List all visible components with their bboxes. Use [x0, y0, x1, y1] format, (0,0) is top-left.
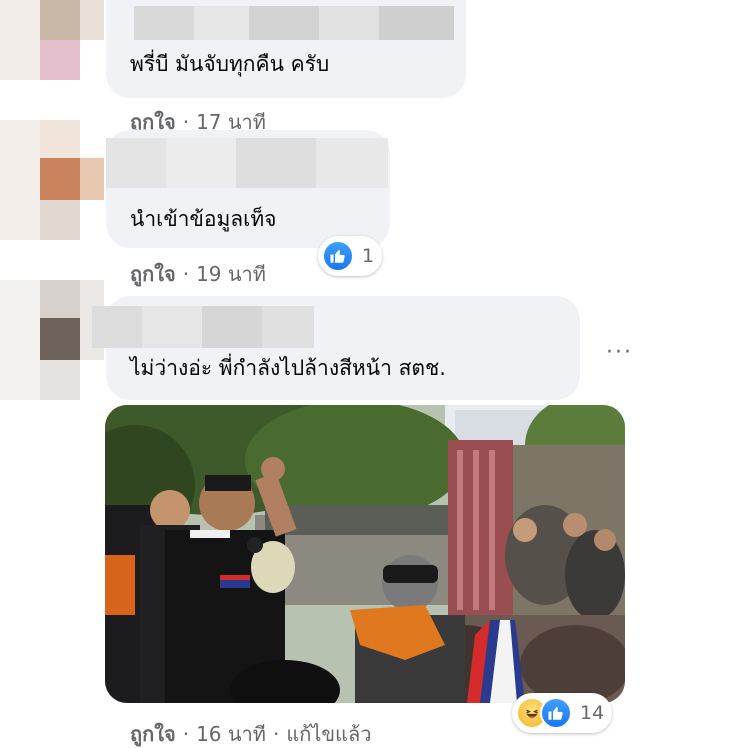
avatar[interactable] [0, 120, 104, 240]
thumbs-up-icon [322, 240, 354, 272]
protest-photo-image [105, 405, 625, 703]
like-button[interactable]: ถูกใจ [130, 258, 176, 290]
author-name-redacted[interactable] [134, 6, 454, 40]
reaction-count: 1 [362, 245, 375, 267]
reaction-count: 14 [580, 702, 605, 724]
edited-label: แก้ไขแล้ว [286, 722, 372, 746]
timestamp[interactable]: 19 นาที [196, 258, 266, 290]
comment-text: พรี่บี มันจับทุกคืน ครับ [130, 52, 330, 76]
reaction-summary[interactable]: 1 [318, 236, 383, 276]
avatar[interactable] [0, 280, 104, 400]
separator: · [272, 722, 280, 746]
comment-photo[interactable] [105, 405, 625, 703]
timestamp[interactable]: 16 นาที [196, 718, 266, 748]
author-name-redacted[interactable] [92, 306, 314, 348]
separator: · [182, 722, 190, 746]
comment-text: ไม่ว่างอ่ะ พี่กำลังไปล้างสีหน้า สตช. [130, 356, 446, 380]
comment-bubble [92, 296, 580, 400]
comment-actions: ถูกใจ · 16 นาที · แก้ไขแล้ว [130, 718, 371, 748]
comment-bubble [106, 0, 466, 98]
avatar[interactable] [0, 0, 104, 80]
thumbs-up-icon [540, 697, 572, 729]
comment-text: นำเข้าข้อมูลเท็จ [130, 207, 277, 231]
reaction-summary[interactable]: 14 [512, 693, 613, 733]
more-options-icon[interactable]: ··· [606, 340, 633, 365]
author-name-redacted[interactable] [106, 138, 388, 188]
separator: · [182, 262, 190, 286]
like-button[interactable]: ถูกใจ [130, 718, 176, 748]
comment-actions: ถูกใจ · 19 นาที [130, 258, 266, 290]
